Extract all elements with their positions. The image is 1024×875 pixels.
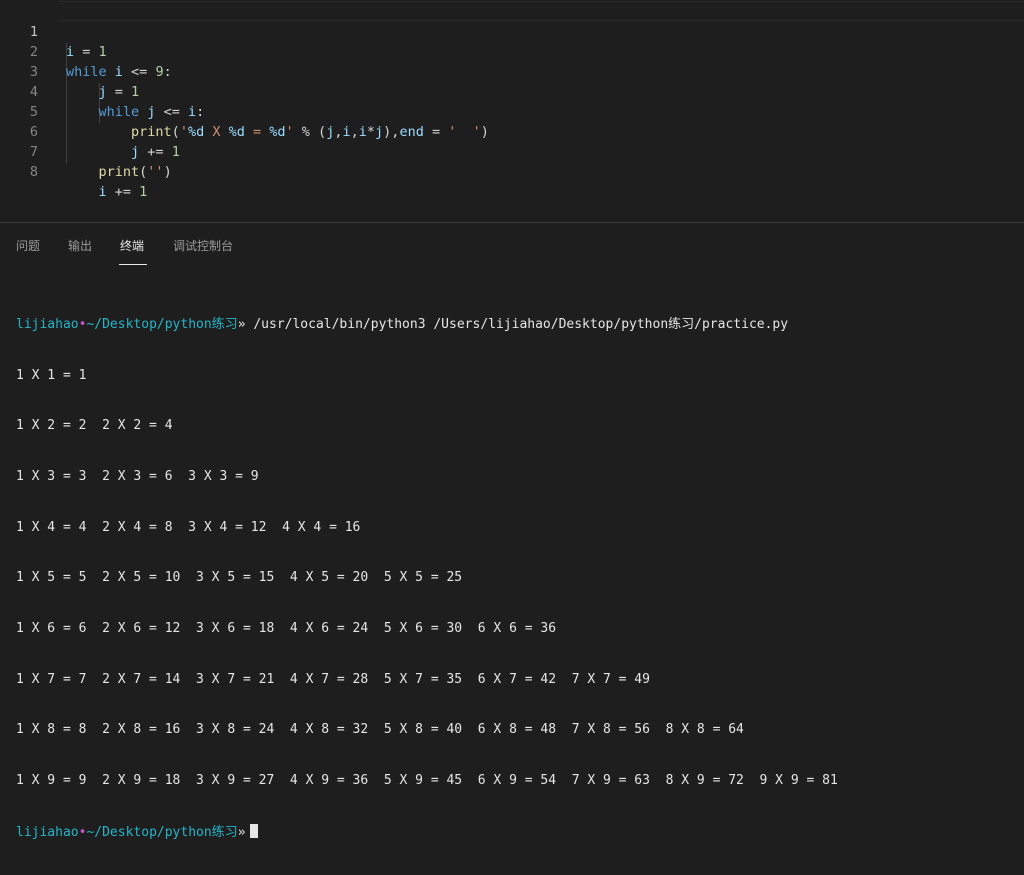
code-token: i xyxy=(98,184,107,200)
tab-problems[interactable]: 问题 xyxy=(16,238,40,254)
prompt-user: lijiahao xyxy=(16,316,79,332)
terminal-output-line: 1 X 2 = 2 2 X 2 = 4 xyxy=(16,418,173,434)
bottom-panel: 问题 输出 终端 调试控制台 lijiahao•~/Desktop/python… xyxy=(0,222,1024,840)
prompt-path: ~/Desktop/python练习 xyxy=(86,316,238,332)
prompt-arrow: » xyxy=(237,316,246,332)
code-text[interactable]: i += 1 xyxy=(66,182,148,202)
code-editor[interactable]: 1 i = 1 2 while i <= 9: 3 j = 1 4 while … xyxy=(0,0,1024,222)
code-token: += xyxy=(106,184,140,200)
prompt-path: ~/Desktop/python练习 xyxy=(86,824,238,840)
terminal-output-line: 1 X 1 = 1 xyxy=(16,367,87,383)
code-token: '' xyxy=(147,164,164,180)
terminal-output-line: 1 X 3 = 3 2 X 3 = 6 3 X 3 = 9 xyxy=(16,468,259,484)
tab-output[interactable]: 输出 xyxy=(68,238,92,254)
terminal-output-line: 1 X 8 = 8 2 X 8 = 16 3 X 8 = 24 4 X 8 = … xyxy=(16,722,744,738)
code-line[interactable]: 1 i = 1 xyxy=(0,2,1024,60)
prompt-separator: • xyxy=(78,824,87,840)
prompt-arrow: » xyxy=(237,824,246,840)
prompt-user: lijiahao xyxy=(16,824,79,840)
code-text[interactable]: print('') xyxy=(66,162,172,182)
code-line[interactable]: 4 while j <= i: xyxy=(0,62,1024,120)
panel-tabs: 问题 输出 终端 调试控制台 xyxy=(0,223,1024,267)
code-line[interactable]: 3 j = 1 xyxy=(0,42,1024,100)
terminal-output-line: 1 X 6 = 6 2 X 6 = 12 3 X 6 = 18 4 X 6 = … xyxy=(16,621,557,637)
terminal-output-line: 1 X 4 = 4 2 X 4 = 8 3 X 4 = 12 4 X 4 = 1… xyxy=(16,519,361,535)
tab-debug-console[interactable]: 调试控制台 xyxy=(173,238,233,254)
terminal-command: /usr/local/bin/python3 /Users/lijiahao/D… xyxy=(245,316,789,332)
terminal-output-line: 1 X 7 = 7 2 X 7 = 14 3 X 7 = 21 4 X 7 = … xyxy=(16,671,650,687)
terminal-output-line: 1 X 9 = 9 2 X 9 = 18 3 X 9 = 27 4 X 9 = … xyxy=(16,773,838,789)
terminal-cursor xyxy=(249,823,258,838)
code-line[interactable]: 7 print('') xyxy=(0,122,1024,180)
code-token: 1 xyxy=(139,184,148,200)
tab-terminal[interactable]: 终端 xyxy=(120,238,144,254)
code-line[interactable]: 5 print('%d X %d = %d' % (j,i,i*j),end =… xyxy=(0,82,1024,140)
terminal[interactable]: lijiahao•~/Desktop/python练习» /usr/local/… xyxy=(16,283,1016,875)
code-line[interactable]: 2 while i <= 9: xyxy=(0,22,1024,80)
terminal-output-line: 1 X 5 = 5 2 X 5 = 10 3 X 5 = 15 4 X 5 = … xyxy=(16,570,463,586)
line-number: 8 xyxy=(29,164,38,180)
code-token: ) xyxy=(163,164,172,180)
code-line[interactable]: 6 j += 1 xyxy=(0,102,1024,160)
terminal-command-line: lijiahao•~/Desktop/python练习» /usr/local/… xyxy=(16,317,1016,334)
terminal-prompt-line[interactable]: lijiahao•~/Desktop/python练习» xyxy=(16,823,1016,841)
code-line[interactable]: 8 i += 1 xyxy=(0,142,1024,200)
code-token: print xyxy=(98,164,140,180)
active-tab-indicator xyxy=(119,264,147,265)
